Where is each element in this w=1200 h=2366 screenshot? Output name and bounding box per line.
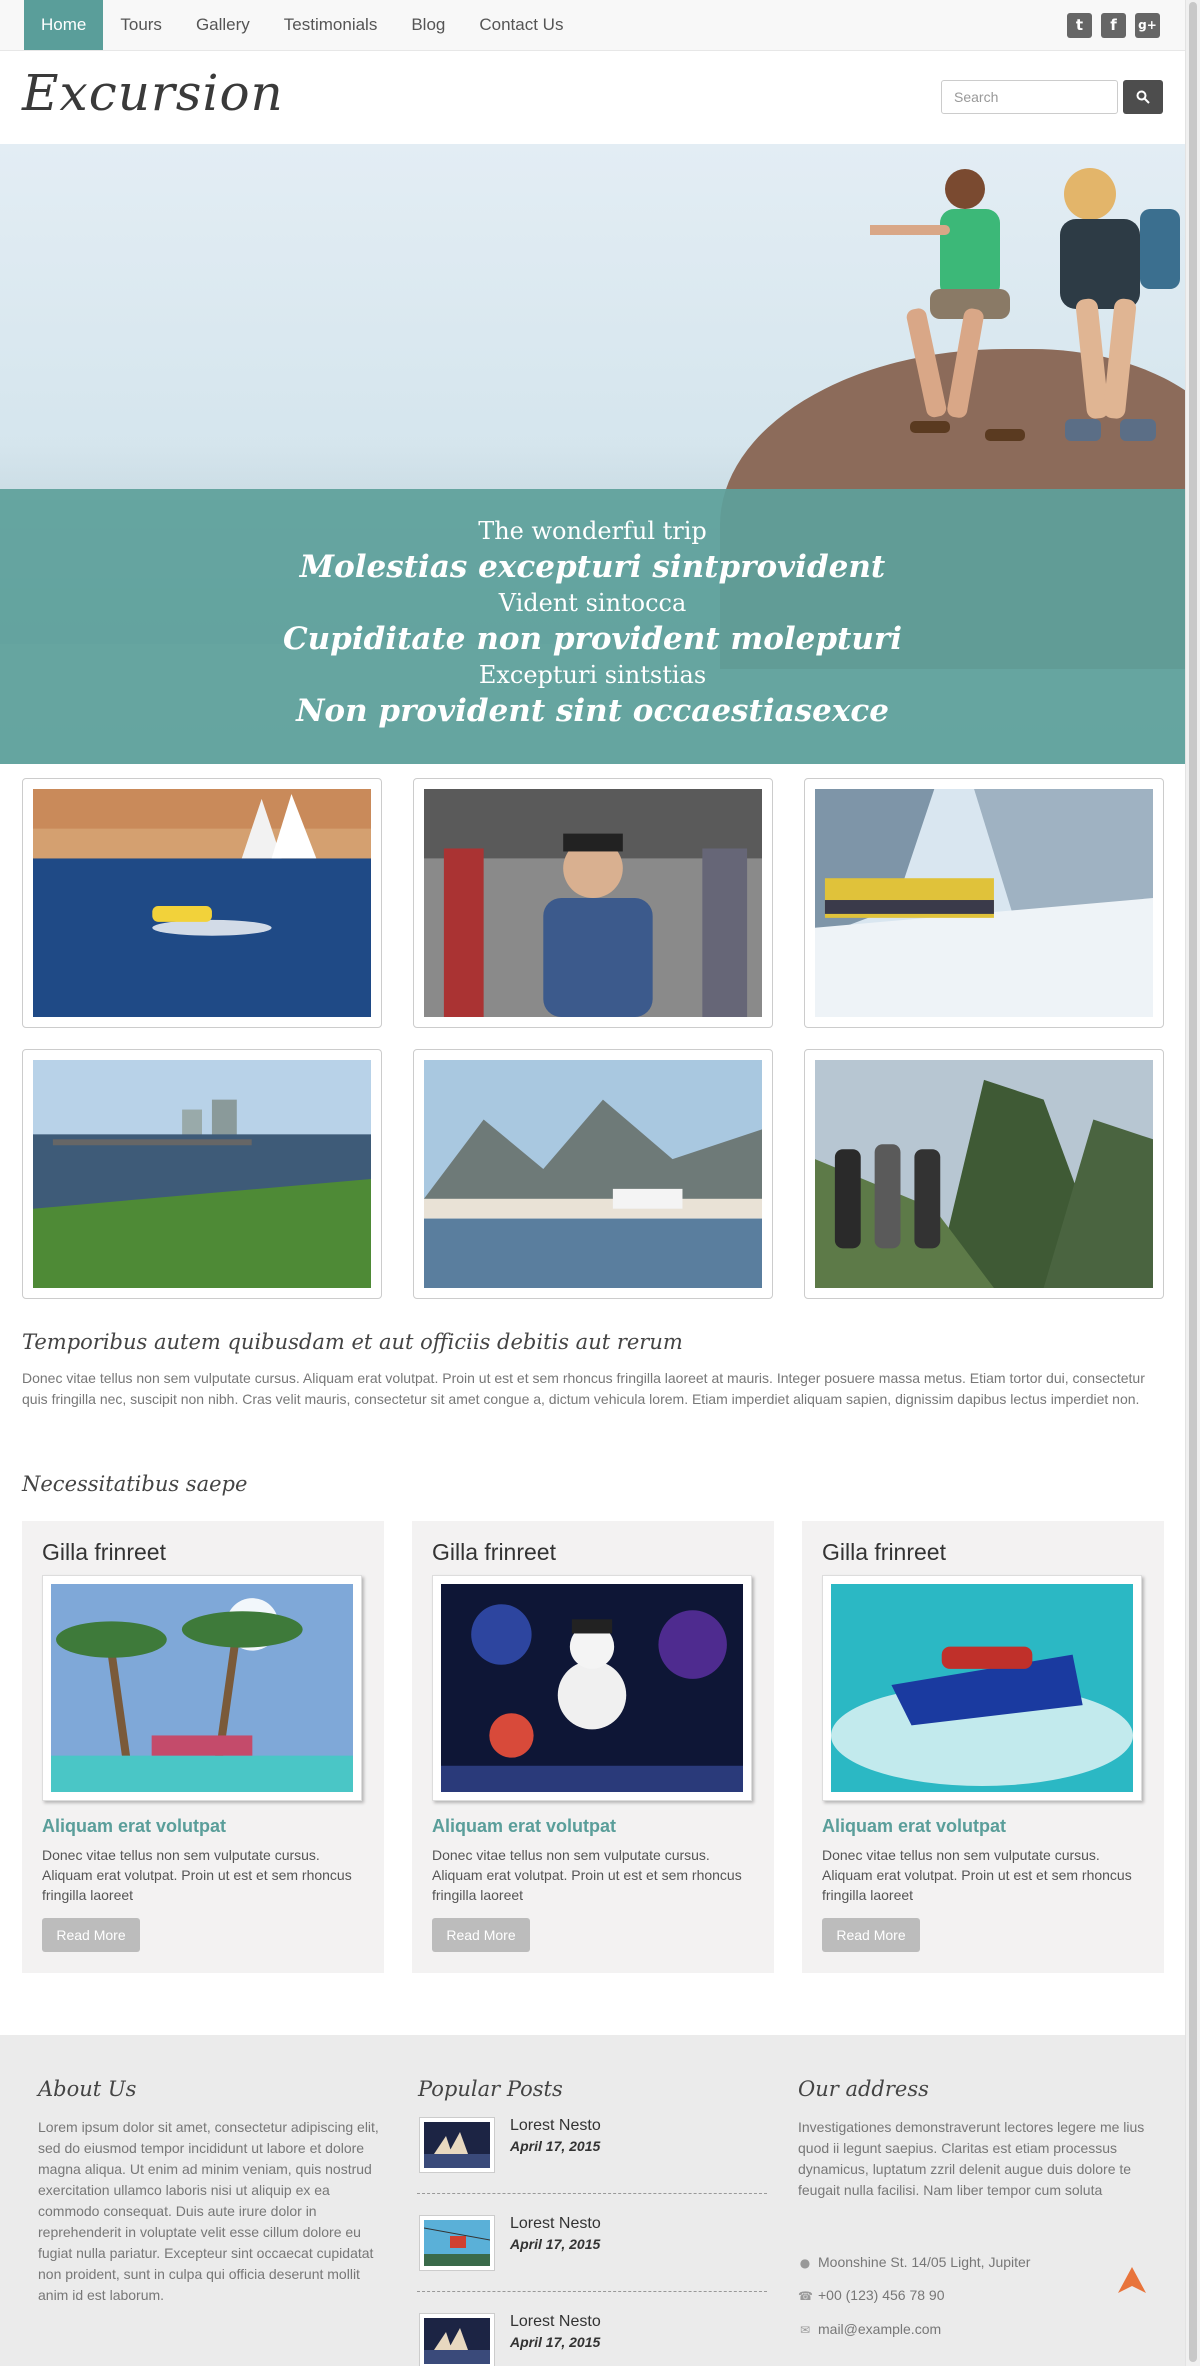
nav-contact-us[interactable]: Contact Us xyxy=(462,0,580,50)
palm-resort-image xyxy=(51,1584,353,1792)
footer-address-text: Investigationes demonstraverunt lectores… xyxy=(798,2119,1145,2198)
search-button[interactable] xyxy=(1123,80,1163,114)
card-image[interactable] xyxy=(42,1575,362,1801)
gallery-image xyxy=(424,789,762,1017)
address-email[interactable]: ✉ mail@example.com xyxy=(798,2321,941,2337)
nav-testimonials[interactable]: Testimonials xyxy=(267,0,395,50)
card-image[interactable] xyxy=(822,1575,1142,1801)
post-thumbnail[interactable] xyxy=(419,2117,495,2173)
popular-post-1[interactable]: Lorest Nesto April 17, 2015 xyxy=(417,2117,767,2215)
post-date: April 17, 2015 xyxy=(510,2138,601,2154)
opera-house-image xyxy=(424,2318,490,2364)
gallery-item-mountain-harbor[interactable] xyxy=(413,1049,773,1299)
hero-line-1: The wonderful trip xyxy=(478,517,707,545)
post-thumbnail[interactable] xyxy=(419,2313,495,2366)
main-menu: Home Tours Gallery Testimonials Blog Con… xyxy=(24,0,580,50)
address-location: ● Moonshine St. 14/05 Light, Jupiter xyxy=(798,2254,1031,2270)
scrollbar-thumb[interactable] xyxy=(1189,2,1197,2362)
hero-hiker-woman xyxy=(1060,168,1180,441)
phone-icon: ☎ xyxy=(798,2289,813,2303)
gallery-item-jetski[interactable] xyxy=(22,778,382,1028)
feature-card-1: Gilla frinreet Aliquam erat volutpat Don… xyxy=(22,1521,384,1973)
hero-line-4: Cupiditate non provident molepturi xyxy=(282,621,903,657)
hero-caption: The wonderful trip Molestias excepturi s… xyxy=(0,489,1185,764)
card-subtitle[interactable]: Aliquam erat volutpat xyxy=(42,1816,226,1837)
google-plus-icon[interactable]: g+ xyxy=(1135,13,1160,38)
hero-hiker-man xyxy=(870,169,1025,441)
read-more-button[interactable]: Read More xyxy=(822,1918,920,1952)
card-subtitle[interactable]: Aliquam erat volutpat xyxy=(822,1816,1006,1837)
intro-title: Temporibus autem quibusdam et aut offici… xyxy=(22,1330,683,1354)
read-more-button[interactable]: Read More xyxy=(432,1918,530,1952)
feature-card-3: Gilla frinreet Aliquam erat volutpat Don… xyxy=(802,1521,1164,1973)
popular-post-2[interactable]: Lorest Nesto April 17, 2015 xyxy=(417,2215,767,2313)
address-phone-text: +00 (123) 456 78 90 xyxy=(818,2287,945,2303)
ice-festival-image xyxy=(441,1584,743,1792)
footer-about-title: About Us xyxy=(38,2077,137,2101)
footer-about-text: Lorem ipsum dolor sit amet, consectetur … xyxy=(38,2119,379,2303)
post-date: April 17, 2015 xyxy=(510,2236,601,2252)
nav-gallery[interactable]: Gallery xyxy=(179,0,267,50)
site-logo[interactable]: Excursion xyxy=(22,64,284,122)
nav-home[interactable]: Home xyxy=(24,0,104,50)
nav-blog[interactable]: Blog xyxy=(394,0,462,50)
hero-line-3: Vident sintocca xyxy=(498,589,687,617)
post-divider xyxy=(417,2291,767,2292)
card-title: Gilla frinreet xyxy=(432,1539,556,1565)
gallery-image xyxy=(815,789,1153,1017)
gallery-image xyxy=(815,1060,1153,1288)
section-title: Necessitatibus saepe xyxy=(22,1472,248,1496)
jet-boat-image xyxy=(831,1584,1133,1792)
hero-line-2: Molestias excepturi sintprovident xyxy=(299,549,886,585)
top-navbar: Home Tours Gallery Testimonials Blog Con… xyxy=(0,0,1185,51)
hero-line-5: Excepturi sintstias xyxy=(478,661,707,689)
card-text: Donec vitae tellus non sem vulputate cur… xyxy=(42,1847,352,1903)
twitter-icon[interactable]: t xyxy=(1067,13,1092,38)
gallery-image xyxy=(33,1060,371,1288)
search-input[interactable] xyxy=(941,80,1118,114)
nav-tours[interactable]: Tours xyxy=(103,0,179,50)
intro-text: Donec vitae tellus non sem vulputate cur… xyxy=(22,1370,1145,1407)
address-email-text[interactable]: mail@example.com xyxy=(818,2321,941,2337)
feature-card-2: Gilla frinreet Aliquam erat volutpat Don… xyxy=(412,1521,774,1973)
address-phone: ☎ +00 (123) 456 78 90 xyxy=(798,2287,945,2303)
hero-line-6: Non provident sint occaestiasexce xyxy=(296,693,889,729)
card-image[interactable] xyxy=(432,1575,752,1801)
gallery-item-machu-picchu[interactable] xyxy=(804,1049,1164,1299)
popular-post-3[interactable]: Lorest Nesto April 17, 2015 xyxy=(417,2313,767,2366)
read-more-button[interactable]: Read More xyxy=(42,1918,140,1952)
post-divider xyxy=(417,2193,767,2194)
page: Home Tours Gallery Testimonials Blog Con… xyxy=(0,0,1185,2366)
gallery-item-tourist-photo[interactable] xyxy=(413,778,773,1028)
footer-address-title: Our address xyxy=(798,2077,929,2101)
post-title[interactable]: Lorest Nesto xyxy=(510,2215,601,2233)
arrow-up-icon[interactable] xyxy=(1116,2265,1148,2297)
facebook-icon[interactable]: f xyxy=(1101,13,1126,38)
gallery-item-river-bridge[interactable] xyxy=(22,1049,382,1299)
card-subtitle[interactable]: Aliquam erat volutpat xyxy=(432,1816,616,1837)
envelope-icon: ✉ xyxy=(799,2323,811,2337)
post-title[interactable]: Lorest Nesto xyxy=(510,2117,601,2135)
post-title[interactable]: Lorest Nesto xyxy=(510,2313,601,2331)
vertical-scrollbar[interactable] xyxy=(1185,0,1200,2366)
opera-house-image xyxy=(424,2122,490,2168)
map-pin-icon: ● xyxy=(799,2256,811,2270)
gallery-image xyxy=(424,1060,762,1288)
post-date: April 17, 2015 xyxy=(510,2334,601,2350)
footer-posts-title: Popular Posts xyxy=(418,2077,563,2101)
address-location-text: Moonshine St. 14/05 Light, Jupiter xyxy=(818,2254,1031,2270)
card-title: Gilla frinreet xyxy=(822,1539,946,1565)
social-links: t f g+ xyxy=(1067,13,1160,38)
card-text: Donec vitae tellus non sem vulputate cur… xyxy=(432,1847,742,1903)
card-title: Gilla frinreet xyxy=(42,1539,166,1565)
cable-car-image xyxy=(423,2220,491,2266)
gallery-image xyxy=(33,789,371,1017)
gallery-item-snow-train[interactable] xyxy=(804,778,1164,1028)
hero-banner: The wonderful trip Molestias excepturi s… xyxy=(0,144,1185,764)
post-thumbnail[interactable] xyxy=(419,2215,495,2271)
search-icon xyxy=(1136,90,1150,104)
card-text: Donec vitae tellus non sem vulputate cur… xyxy=(822,1847,1132,1903)
